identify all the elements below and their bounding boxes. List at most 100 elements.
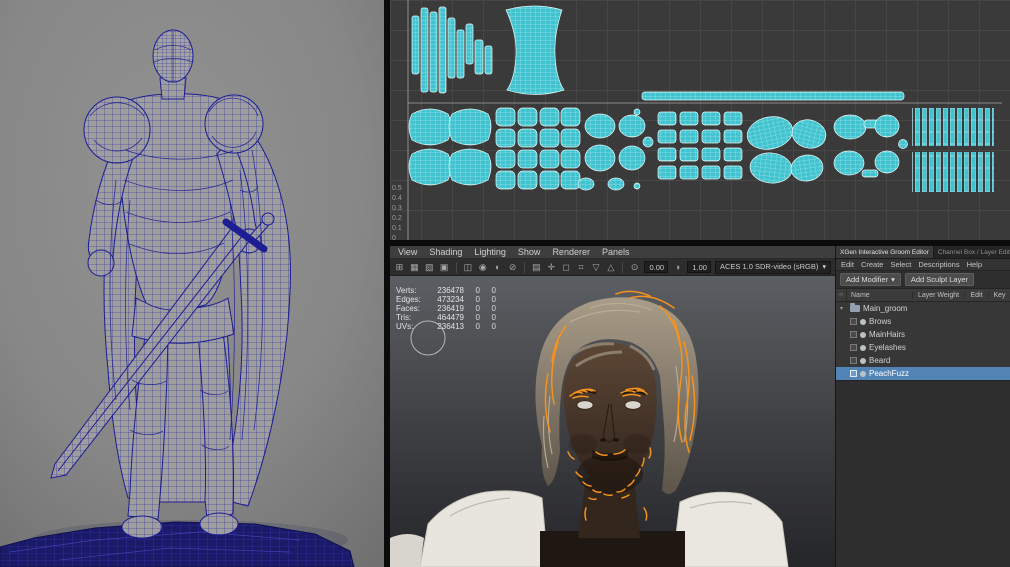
menu-descriptions[interactable]: Descriptions bbox=[918, 260, 959, 269]
hud-value: 473234 bbox=[437, 295, 464, 304]
description-icon bbox=[860, 331, 866, 338]
chevron-down-icon: ▾ bbox=[891, 275, 895, 284]
shaded-mode-icon[interactable]: ▦ bbox=[409, 261, 420, 274]
visibility-toggle[interactable] bbox=[850, 357, 857, 364]
tab-channel-box-layer-editor[interactable]: Channel Box / Layer Editor bbox=[934, 246, 1010, 258]
menu-create[interactable]: Create bbox=[861, 260, 884, 269]
hud-value: 236413 bbox=[437, 322, 464, 331]
resolution-gate-icon[interactable]: △ bbox=[605, 261, 616, 274]
groom-root-label: Main_groom bbox=[863, 304, 908, 313]
hud-value: 236419 bbox=[437, 304, 464, 313]
ruler-label: 0 bbox=[392, 235, 396, 240]
hud-row: Faces: 236419 0 0 bbox=[396, 304, 496, 313]
uv-strip-band bbox=[912, 108, 994, 146]
hud-row: Verts: 236478 0 0 bbox=[396, 286, 496, 295]
layer-row-eyelashes[interactable]: Eyelashes bbox=[836, 341, 1010, 354]
ruler-label: 0.4 bbox=[392, 195, 402, 202]
all-lights-icon[interactable]: ◉ bbox=[477, 261, 488, 274]
menu-panels[interactable]: Panels bbox=[602, 247, 630, 257]
menu-view[interactable]: View bbox=[398, 247, 417, 257]
collapse-gutter[interactable]: ‹› bbox=[836, 289, 847, 301]
screen-space-ao-icon[interactable]: ⊘ bbox=[507, 261, 518, 274]
column-key[interactable]: Key bbox=[988, 291, 1010, 299]
wireframe-model-viewport[interactable] bbox=[0, 0, 384, 567]
visibility-toggle[interactable] bbox=[850, 370, 857, 377]
toolbar-separator bbox=[455, 261, 457, 273]
film-gate-icon[interactable]: ▽ bbox=[591, 261, 602, 274]
textured-mode-icon[interactable]: ▣ bbox=[439, 261, 450, 274]
uv-editor-panel[interactable]: 0.5 0.4 0.3 0.2 0.1 0 bbox=[390, 0, 1010, 240]
panel-tab-bar: XGen Interactive Groom Editor Channel Bo… bbox=[836, 246, 1010, 259]
ruler-label: 0.2 bbox=[392, 215, 402, 222]
column-layer-weight[interactable]: Layer Weight bbox=[912, 291, 964, 299]
groom-root-row[interactable]: ▾ Main_groom bbox=[836, 302, 1010, 315]
knight-wireframe bbox=[0, 0, 384, 567]
exposure-field[interactable]: 0.00 bbox=[644, 261, 669, 273]
ruler-label: 0.3 bbox=[392, 205, 402, 212]
visibility-toggle[interactable] bbox=[850, 331, 857, 338]
xray-icon[interactable]: ▤ bbox=[531, 261, 542, 274]
column-name[interactable]: Name bbox=[847, 292, 912, 299]
layer-table-header: ‹› Name Layer Weight Edit Key bbox=[836, 289, 1010, 302]
xgen-groom-editor-panel: XGen Interactive Groom Editor Channel Bo… bbox=[835, 246, 1010, 567]
poly-count-hud: Verts: 236478 0 0 Edges: 473234 0 0 Face… bbox=[396, 286, 496, 331]
menu-help[interactable]: Help bbox=[967, 260, 982, 269]
toolbar-separator bbox=[524, 261, 525, 273]
grid-icon[interactable]: ⌗ bbox=[576, 261, 587, 274]
expand-icon[interactable]: ▾ bbox=[840, 305, 847, 312]
menu-edit[interactable]: Edit bbox=[841, 260, 854, 269]
exposure-icon[interactable]: ⊙ bbox=[629, 261, 640, 274]
view-transform-label: ACES 1.0 SDR-video (sRGB) bbox=[719, 262, 819, 271]
menu-shading[interactable]: Shading bbox=[429, 247, 462, 257]
left-eye bbox=[576, 400, 594, 410]
uv-strip-band bbox=[912, 152, 994, 192]
maya-composite-workspace: 0.5 0.4 0.3 0.2 0.1 0 View Shading Light… bbox=[0, 0, 1010, 567]
visibility-toggle[interactable] bbox=[850, 344, 857, 351]
isolate-select-icon[interactable]: ◻ bbox=[561, 261, 572, 274]
hud-row: Edges: 473234 0 0 bbox=[396, 295, 496, 304]
description-icon bbox=[860, 318, 866, 325]
description-icon bbox=[860, 344, 866, 351]
wireframe-on-shaded-icon[interactable]: ▧ bbox=[424, 261, 435, 274]
camera-icon[interactable]: ⊞ bbox=[394, 261, 405, 274]
tab-xgen-interactive-groom-editor[interactable]: XGen Interactive Groom Editor bbox=[836, 246, 934, 258]
joints-xray-icon[interactable]: ✛ bbox=[546, 261, 557, 274]
viewport-menubar: View Shading Lighting Show Renderer Pane… bbox=[390, 246, 835, 259]
layer-row-mainhairs[interactable]: MainHairs bbox=[836, 328, 1010, 341]
hud-row: Tris: 464479 0 0 bbox=[396, 313, 496, 322]
groom-layer-tree: ▾ Main_groom Brows MainHairs Eyelashes B… bbox=[836, 302, 1010, 381]
xgen-button-row: Add Modifier ▾ Add Sculpt Layer bbox=[836, 271, 1010, 289]
add-sculpt-layer-button[interactable]: Add Sculpt Layer bbox=[904, 273, 974, 286]
hud-label: Faces: bbox=[396, 304, 421, 313]
shadows-icon[interactable]: ◐ bbox=[492, 261, 503, 274]
viewport-toolbar: ⊞ ▦ ▧ ▣ ◫ ◉ ◐ ⊘ ▤ ✛ ◻ ⌗ ▽ △ ⊙ 0.00 ◑ 1.0… bbox=[390, 259, 835, 276]
uv-ruler: 0.5 0.4 0.3 0.2 0.1 0 bbox=[392, 184, 402, 240]
add-modifier-button[interactable]: Add Modifier ▾ bbox=[840, 273, 901, 286]
layer-row-peachfuzz[interactable]: PeachFuzz bbox=[836, 367, 1010, 380]
xgen-menubar: Edit Create Select Descriptions Help bbox=[836, 259, 1010, 271]
view-transform-dropdown[interactable]: ACES 1.0 SDR-video (sRGB) ▾ bbox=[714, 260, 832, 274]
column-edit[interactable]: Edit bbox=[964, 291, 988, 299]
toolbar-separator bbox=[622, 261, 624, 273]
hud-value: 236478 bbox=[437, 286, 464, 295]
layer-row-brows[interactable]: Brows bbox=[836, 315, 1010, 328]
visibility-toggle[interactable] bbox=[850, 318, 857, 325]
hud-label: Edges: bbox=[396, 295, 421, 304]
description-icon bbox=[860, 357, 866, 364]
menu-renderer[interactable]: Renderer bbox=[552, 247, 590, 257]
hud-label: Tris: bbox=[396, 313, 412, 322]
menu-select[interactable]: Select bbox=[890, 260, 911, 269]
use-default-material-icon[interactable]: ◫ bbox=[462, 261, 473, 274]
gamma-field[interactable]: 1.00 bbox=[686, 261, 711, 273]
hud-label: Verts: bbox=[396, 286, 417, 295]
layer-row-beard[interactable]: Beard bbox=[836, 354, 1010, 367]
ruler-label: 0.5 bbox=[392, 185, 402, 192]
uv-layout bbox=[390, 0, 1010, 240]
menu-show[interactable]: Show bbox=[518, 247, 541, 257]
description-icon bbox=[860, 370, 866, 377]
gamma-icon[interactable]: ◑ bbox=[672, 261, 683, 274]
menu-lighting[interactable]: Lighting bbox=[474, 247, 506, 257]
hud-value: 464479 bbox=[437, 313, 464, 322]
ruler-label: 0.1 bbox=[392, 225, 402, 232]
groom-viewport[interactable]: View Shading Lighting Show Renderer Pane… bbox=[390, 246, 835, 567]
